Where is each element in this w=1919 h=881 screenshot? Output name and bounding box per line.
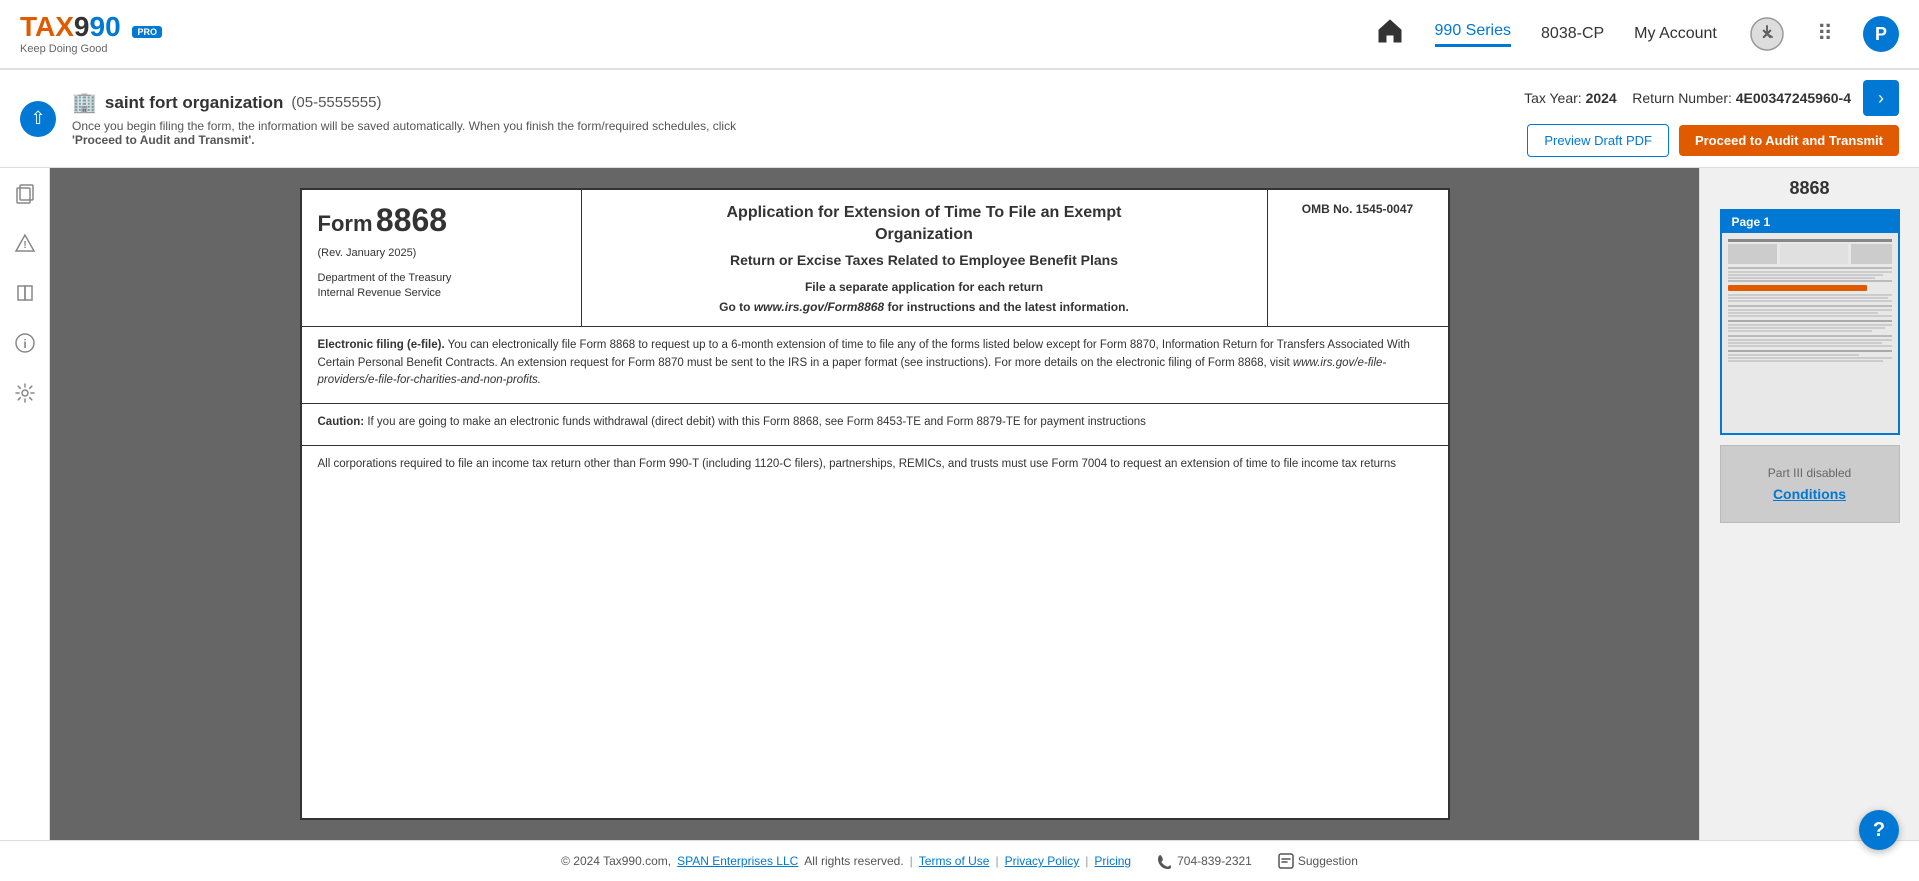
efile-title: Electronic filing (e-file). xyxy=(318,339,445,351)
footer-copyright: © 2024 Tax990.com, xyxy=(561,854,671,868)
nav-my-account[interactable]: My Account xyxy=(1634,25,1717,43)
org-ein: (05-5555555) xyxy=(291,94,381,111)
org-notice: Once you begin filing the form, the info… xyxy=(72,119,772,147)
help-button[interactable]: ? xyxy=(1859,810,1899,850)
caution-title: Caution: xyxy=(318,416,365,428)
building-icon: 🏢 xyxy=(72,90,97,115)
suggestion-icon xyxy=(1278,853,1294,869)
logo-badge: PRO xyxy=(132,26,162,38)
settings-icon[interactable] xyxy=(10,378,40,408)
logo-tagline: Keep Doing Good xyxy=(20,43,107,55)
footer-phone: 704-839-2321 xyxy=(1157,853,1252,869)
right-panel: 8868 Page 1 xyxy=(1699,168,1919,840)
conditions-link[interactable]: Conditions xyxy=(1773,486,1846,502)
right-form-label: 8868 xyxy=(1789,178,1829,199)
collapse-button[interactable]: ⇧ xyxy=(20,101,56,137)
footer-rights: All rights reserved. xyxy=(804,854,903,868)
header-nav: 990 Series 8038-CP My Account ✕ ⠿ P xyxy=(1375,14,1899,54)
page-label: Page 1 xyxy=(1722,211,1898,233)
logo-area: TAX990 PRO Keep Doing Good xyxy=(20,13,162,55)
efile-section: Electronic filing (e-file). You can elec… xyxy=(302,327,1448,404)
caution-text: If you are going to make an electronic f… xyxy=(367,416,1146,428)
nav-8038cp[interactable]: 8038-CP xyxy=(1541,25,1604,43)
form-rev: (Rev. January 2025) xyxy=(318,247,565,259)
grid-icon[interactable]: ⠿ xyxy=(1817,21,1833,47)
footer-span-link[interactable]: SPAN Enterprises LLC xyxy=(677,854,798,868)
org-name: saint fort organization xyxy=(105,93,284,113)
clock-icon[interactable]: ✕ xyxy=(1747,14,1787,54)
footer-phone-number: 704-839-2321 xyxy=(1177,854,1252,868)
footer-pricing-link[interactable]: Pricing xyxy=(1094,854,1131,868)
tax-year-label: Tax Year: 2024 Return Number: 4E00347245… xyxy=(1524,90,1851,106)
part-disabled-box: Part III disabled Conditions xyxy=(1720,445,1900,523)
footer-suggestion-label: Suggestion xyxy=(1298,854,1358,868)
footer: © 2024 Tax990.com, SPAN Enterprises LLC … xyxy=(0,840,1919,881)
footer-suggestion[interactable]: Suggestion xyxy=(1278,853,1358,869)
form-sep-label: File a separate application for each ret… xyxy=(602,280,1247,294)
info-icon[interactable]: i xyxy=(10,328,40,358)
form-dept: Department of the Treasury Internal Reve… xyxy=(318,271,565,302)
page-thumb-image xyxy=(1722,233,1898,433)
sub-header: ⇧ 🏢 saint fort organization (05-5555555)… xyxy=(0,70,1919,168)
footer-terms-link[interactable]: Terms of Use xyxy=(919,854,990,868)
logo-text: TAX990 xyxy=(20,11,128,42)
efile-text: You can electronically file Form 8868 to… xyxy=(318,339,1410,368)
footer-privacy-link[interactable]: Privacy Policy xyxy=(1005,854,1080,868)
next-button[interactable]: › xyxy=(1863,80,1899,116)
main-layout: ! i xyxy=(0,168,1919,840)
form-title-sub: Return or Excise Taxes Related to Employ… xyxy=(602,251,1247,271)
header: TAX990 PRO Keep Doing Good 990 Series 80… xyxy=(0,0,1919,70)
warning-icon[interactable]: ! xyxy=(10,228,40,258)
left-sidebar: ! i xyxy=(0,168,50,840)
caution-section: Caution: If you are going to make an ele… xyxy=(302,404,1448,446)
form-title-main: Application for Extension of Time To Fil… xyxy=(602,202,1247,224)
phone-icon xyxy=(1157,853,1173,869)
footer-sep1: | xyxy=(910,854,913,868)
form-title-org: Organization xyxy=(602,224,1247,246)
tax-year-value: 2024 xyxy=(1586,90,1617,106)
preview-draft-button[interactable]: Preview Draft PDF xyxy=(1527,124,1669,157)
svg-text:i: i xyxy=(23,337,26,351)
form-number: 8868 xyxy=(376,202,447,238)
page-thumbnail[interactable]: Page 1 xyxy=(1720,209,1900,435)
form-document: Form 8868 (Rev. January 2025) Department… xyxy=(300,188,1450,820)
form-label: Form xyxy=(318,211,373,236)
home-icon[interactable] xyxy=(1375,16,1405,53)
form-omb: OMB No. 1545-0047 xyxy=(1284,202,1432,216)
footer-sep3: | xyxy=(1085,854,1088,868)
corporations-text: All corporations required to file an inc… xyxy=(318,456,1432,473)
book-icon[interactable] xyxy=(10,278,40,308)
return-number: 4E00347245960-4 xyxy=(1736,90,1851,106)
nav-990-series[interactable]: 990 Series xyxy=(1435,22,1512,47)
copy-icon[interactable] xyxy=(10,178,40,208)
footer-sep2: | xyxy=(995,854,998,868)
form-area: Form 8868 (Rev. January 2025) Department… xyxy=(50,168,1699,840)
corporations-section: All corporations required to file an inc… xyxy=(302,446,1448,487)
proceed-audit-button[interactable]: Proceed to Audit and Transmit xyxy=(1679,125,1899,156)
part-disabled-label: Part III disabled xyxy=(1731,466,1889,480)
svg-text:!: ! xyxy=(23,240,26,251)
form-url-line: Go to www.irs.gov/Form8868 for instructi… xyxy=(602,300,1247,314)
form-url: www.irs.gov/Form8868 xyxy=(754,300,884,314)
user-avatar[interactable]: P xyxy=(1863,16,1899,52)
